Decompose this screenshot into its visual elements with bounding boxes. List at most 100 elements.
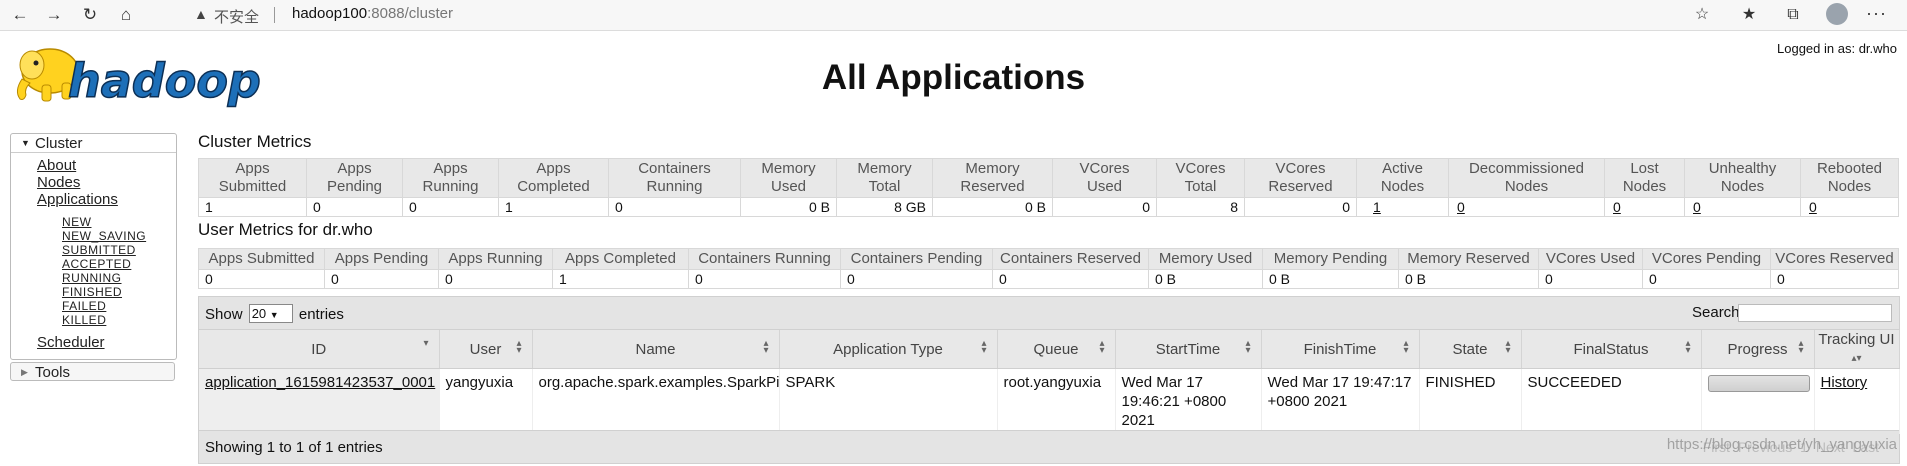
column-header[interactable]: FinishTime ▴ ▾ <box>1261 330 1420 369</box>
security-warning[interactable]: 不安全 <box>214 6 259 27</box>
home-icon[interactable]: ⌂ <box>114 3 138 27</box>
metric-header-line: Total <box>1184 178 1217 195</box>
column-header[interactable]: Queue ▴ ▾ <box>997 330 1116 369</box>
favorite-add-icon[interactable]: ☆ <box>1689 3 1715 27</box>
nav-scheduler[interactable]: Scheduler <box>37 335 176 351</box>
column-header[interactable]: StartTime ▴ ▾ <box>1115 330 1262 369</box>
metric-header-line: Memory <box>857 160 912 177</box>
user-metric-value: 0 <box>198 269 325 289</box>
cluster-metric-header: VCores Used <box>1052 158 1157 198</box>
nav-state-failed[interactable]: FAILED <box>62 299 176 313</box>
node-count-link[interactable]: 1 <box>1373 199 1381 215</box>
app-id-cell: application_1615981423537_0001 <box>199 368 440 434</box>
apps-toolbar: Show 20 ▼ entries Search: <box>199 297 1899 330</box>
metric-header-line: Memory <box>965 160 1020 177</box>
back-icon[interactable]: ← <box>8 3 32 27</box>
nav-state-new-saving[interactable]: NEW_SAVING <box>62 229 176 243</box>
sort-icon: ▴▾ <box>1245 338 1251 356</box>
cluster-metric-header: Apps Completed <box>498 158 609 198</box>
user-metrics-title: User Metrics for dr.who <box>198 220 373 239</box>
column-label: Queue <box>1033 340 1079 358</box>
sort-icon: ▴▾ <box>763 338 769 356</box>
search-input[interactable] <box>1738 304 1892 322</box>
collections-icon[interactable]: ⧉ <box>1780 3 1806 27</box>
app-tracking-cell: History <box>1814 368 1900 434</box>
column-header[interactable]: User ▴ ▾ <box>439 330 533 369</box>
nav-state-new[interactable]: NEW <box>62 215 176 229</box>
metric-header-line: Nodes <box>1720 178 1765 195</box>
column-label: FinishTime <box>1303 340 1377 358</box>
column-header[interactable]: State ▴ ▾ <box>1419 330 1522 369</box>
metric-header-line: Containers <box>638 160 711 177</box>
nav-state-killed[interactable]: KILLED <box>62 313 176 327</box>
search-label: Search: <box>1692 304 1744 321</box>
node-count-link[interactable]: 0 <box>1613 199 1621 215</box>
user-metric-value: 1 <box>552 269 689 289</box>
column-header[interactable]: Name ▴ ▾ <box>532 330 780 369</box>
forward-icon[interactable]: → <box>42 3 66 27</box>
page-size-select[interactable]: 20 ▼ <box>248 304 293 323</box>
metric-header-line: VCores <box>1079 160 1130 177</box>
cluster-metric-header: VCores Reserved <box>1244 158 1357 198</box>
collapsed-icon: ▶ <box>21 367 28 377</box>
node-count-link[interactable]: 0 <box>1809 199 1817 215</box>
user-metric-header: Memory Reserved <box>1398 248 1539 270</box>
page-title: All Applications <box>821 58 1086 97</box>
nav-state-finished[interactable]: FINISHED <box>62 285 176 299</box>
cluster-metric-header: Containers Running <box>608 158 741 198</box>
cluster-nav: ▼ Cluster About Nodes Applications NEW NE… <box>10 133 177 360</box>
more-menu-icon[interactable]: ··· <box>1866 3 1887 24</box>
cluster-metric-header: Memory Reserved <box>932 158 1053 198</box>
user-metric-value: 0 <box>688 269 841 289</box>
page-size-control: Show 20 ▼ entries <box>205 304 344 323</box>
metric-header-line: Nodes <box>1827 178 1872 195</box>
user-metric-header: Apps Running <box>438 248 553 270</box>
metric-header-line: Decommissioned <box>1468 160 1585 177</box>
column-header[interactable]: Application Type ▴ ▾ <box>779 330 998 369</box>
profile-avatar[interactable] <box>1826 3 1848 25</box>
metric-header-line: Memory <box>761 160 816 177</box>
metric-header-line: Nodes <box>1622 178 1667 195</box>
user-metric-value: 0 <box>438 269 553 289</box>
node-count-link[interactable]: 0 <box>1693 199 1701 215</box>
nav-state-running[interactable]: RUNNING <box>62 271 176 285</box>
warning-icon[interactable]: ▲ <box>194 6 208 22</box>
user-metric-header: VCores Reserved <box>1770 248 1899 270</box>
app-progress-cell <box>1701 368 1815 434</box>
node-count-link[interactable]: 0 <box>1457 199 1465 215</box>
cluster-metric-value: 0 <box>1684 197 1801 217</box>
reload-icon[interactable]: ↻ <box>78 3 102 27</box>
tracking-history-link[interactable]: History <box>1821 374 1868 391</box>
nav-nodes[interactable]: Nodes <box>37 175 176 191</box>
column-label: User <box>469 340 502 358</box>
nav-applications[interactable]: Applications <box>37 192 176 208</box>
cluster-metric-value: 0 <box>1604 197 1685 217</box>
cluster-header[interactable]: ▼ Cluster <box>11 134 176 153</box>
entries-info: Showing 1 to 1 of 1 entries <box>205 439 383 456</box>
user-metric-header: VCores Used <box>1538 248 1643 270</box>
nav-about[interactable]: About <box>37 158 176 174</box>
cluster-metric-value: 0 B <box>740 197 837 217</box>
column-label: ID <box>311 340 327 358</box>
favorites-icon[interactable]: ★ <box>1736 3 1762 27</box>
cluster-metric-header: Apps Running <box>402 158 499 198</box>
metric-header-line: Apps <box>536 160 571 177</box>
url-path: :8088/cluster <box>367 5 453 22</box>
address-bar[interactable]: hadoop100:8088/cluster <box>292 5 453 22</box>
app-final-status-cell: SUCCEEDED <box>1521 368 1702 434</box>
watermark: https://blog.csdn.net/yh_yangyuxia <box>1666 436 1897 453</box>
metric-header-line: Completed <box>517 178 590 195</box>
nav-state-accepted[interactable]: ACCEPTED <box>62 257 176 271</box>
column-header[interactable]: Tracking UI ▴▾ <box>1814 330 1900 369</box>
cluster-metric-value: 0 <box>1244 197 1357 217</box>
metric-header-line: Nodes <box>1380 178 1425 195</box>
column-label: Name <box>635 340 676 358</box>
metric-header-line: Apps <box>337 160 372 177</box>
column-header[interactable]: Progress ▴ ▾ <box>1701 330 1815 369</box>
column-header[interactable]: FinalStatus ▴ ▾ <box>1521 330 1702 369</box>
column-header[interactable]: ID ▾ <box>199 330 440 369</box>
tools-nav[interactable]: ▶ Tools <box>10 362 175 381</box>
metric-header-line: Reserved <box>960 178 1025 195</box>
nav-state-submitted[interactable]: SUBMITTED <box>62 243 176 257</box>
app-id-link[interactable]: application_1615981423537_0001 <box>205 374 435 391</box>
